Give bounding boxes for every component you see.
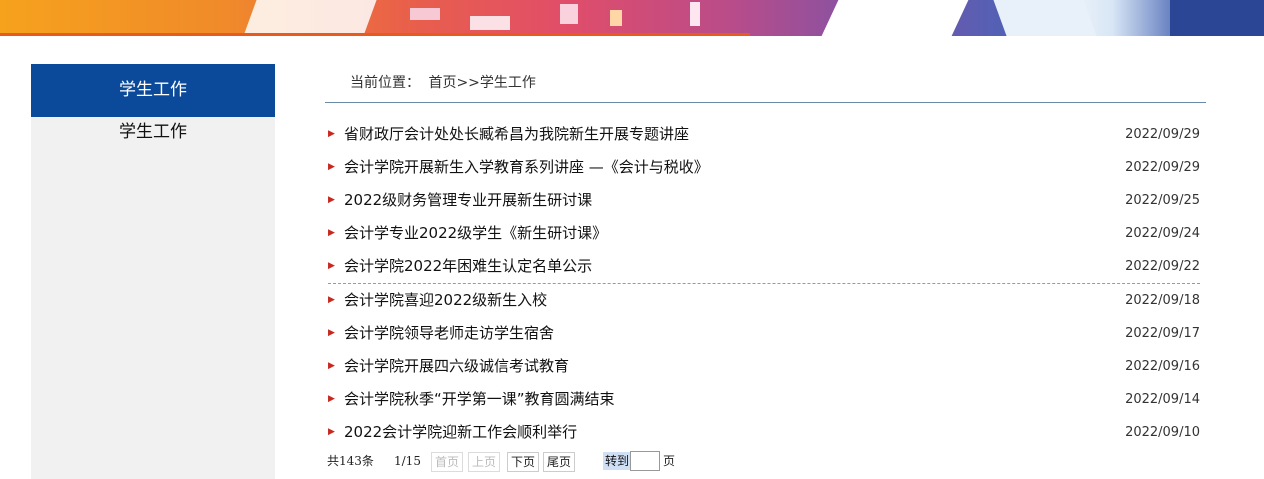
banner-shape <box>690 2 700 26</box>
news-title-link[interactable]: 省财政厅会计处处长臧希昌为我院新生开展专题讲座 <box>344 118 689 151</box>
news-date: 2022/09/29 <box>1125 160 1200 175</box>
banner-shape <box>470 16 510 30</box>
banner-shape <box>610 10 622 26</box>
list-item: ▶ 会计学院喜迎2022级新生入校 2022/09/18 <box>328 284 1200 317</box>
news-title-link[interactable]: 2022会计学院迎新工作会顺利举行 <box>344 416 577 449</box>
goto-page-input[interactable] <box>630 451 660 471</box>
news-date: 2022/09/14 <box>1125 392 1200 407</box>
banner-shape <box>993 0 1097 36</box>
news-title-link[interactable]: 会计学院开展四六级诚信考试教育 <box>344 350 569 383</box>
news-date: 2022/09/17 <box>1125 326 1200 341</box>
news-date: 2022/09/16 <box>1125 359 1200 374</box>
bullet-arrow-icon: ▶ <box>328 427 335 437</box>
list-item: ▶ 2022级财务管理专业开展新生研讨课 2022/09/25 <box>328 184 1200 217</box>
news-date: 2022/09/18 <box>1125 293 1200 308</box>
last-page-button[interactable]: 尾页 <box>543 452 576 472</box>
bullet-arrow-icon: ▶ <box>328 361 335 371</box>
banner-underline <box>0 33 750 36</box>
bullet-arrow-icon: ▶ <box>328 394 335 404</box>
news-date: 2022/09/10 <box>1125 425 1200 440</box>
breadcrumb: 当前位置： 首页>>学生工作 <box>350 72 540 92</box>
list-item: ▶ 会计学院领导老师走访学生宿舍 2022/09/17 <box>328 317 1200 350</box>
bullet-arrow-icon: ▶ <box>328 295 335 305</box>
news-title-link[interactable]: 会计学专业2022级学生《新生研讨课》 <box>344 217 607 250</box>
news-title-link[interactable]: 会计学院2022年困难生认定名单公示 <box>344 250 592 283</box>
first-page-button[interactable]: 首页 <box>431 452 464 472</box>
prev-page-button[interactable]: 上页 <box>468 452 501 472</box>
goto-page-button[interactable]: 转到 <box>603 452 632 470</box>
breadcrumb-separator: >> <box>456 75 480 91</box>
bullet-arrow-icon: ▶ <box>328 328 335 338</box>
banner-shape <box>243 0 377 36</box>
banner-shape <box>1170 0 1264 36</box>
news-title-link[interactable]: 会计学院喜迎2022级新生入校 <box>344 284 547 317</box>
news-date: 2022/09/25 <box>1125 193 1200 208</box>
banner-shape <box>560 4 578 24</box>
news-title-link[interactable]: 会计学院秋季“开学第一课”教育圆满结束 <box>344 383 615 416</box>
news-title-link[interactable]: 会计学院开展新生入学教育系列讲座 —《会计与税收》 <box>344 151 709 184</box>
bullet-arrow-icon: ▶ <box>328 129 335 139</box>
next-page-button[interactable]: 下页 <box>507 452 540 472</box>
list-item: ▶ 会计学院秋季“开学第一课”教育圆满结束 2022/09/14 <box>328 383 1200 416</box>
list-item: ▶ 2022会计学院迎新工作会顺利举行 2022/09/10 <box>328 416 1200 449</box>
breadcrumb-current: 学生工作 <box>479 75 536 91</box>
banner-shape <box>821 0 969 36</box>
sidebar-item-student-work[interactable]: 学生工作 <box>31 117 275 147</box>
sidebar-header: 学生工作 <box>31 64 275 117</box>
header-divider <box>325 102 1206 103</box>
news-date: 2022/09/29 <box>1125 127 1200 142</box>
list-item: ▶ 会计学院开展新生入学教育系列讲座 —《会计与税收》 2022/09/29 <box>328 151 1200 184</box>
news-title-link[interactable]: 会计学院领导老师走访学生宿舍 <box>344 317 554 350</box>
bullet-arrow-icon: ▶ <box>328 162 335 172</box>
breadcrumb-prefix: 当前位置： <box>350 75 420 91</box>
bullet-arrow-icon: ▶ <box>328 261 335 271</box>
breadcrumb-home-link[interactable]: 首页 <box>428 75 456 91</box>
list-item: ▶ 省财政厅会计处处长臧希昌为我院新生开展专题讲座 2022/09/29 <box>328 118 1200 151</box>
news-date: 2022/09/24 <box>1125 226 1200 241</box>
page-indicator: 1/15 <box>394 454 421 468</box>
news-title-link[interactable]: 2022级财务管理专业开展新生研讨课 <box>344 184 592 217</box>
banner-shape <box>410 8 440 20</box>
list-item: ▶ 会计学院开展四六级诚信考试教育 2022/09/16 <box>328 350 1200 383</box>
news-list: ▶ 省财政厅会计处处长臧希昌为我院新生开展专题讲座 2022/09/29 ▶ 会… <box>328 118 1200 449</box>
header-banner <box>0 0 1264 36</box>
total-count: 共143条 <box>327 454 374 468</box>
list-item: ▶ 会计学专业2022级学生《新生研讨课》 2022/09/24 <box>328 217 1200 250</box>
list-item: ▶ 会计学院2022年困难生认定名单公示 2022/09/22 <box>328 250 1200 284</box>
page-unit-label: 页 <box>663 454 676 468</box>
news-date: 2022/09/22 <box>1125 259 1200 274</box>
bullet-arrow-icon: ▶ <box>328 195 335 205</box>
sidebar: 学生工作 学生工作 <box>31 64 275 479</box>
bullet-arrow-icon: ▶ <box>328 228 335 238</box>
